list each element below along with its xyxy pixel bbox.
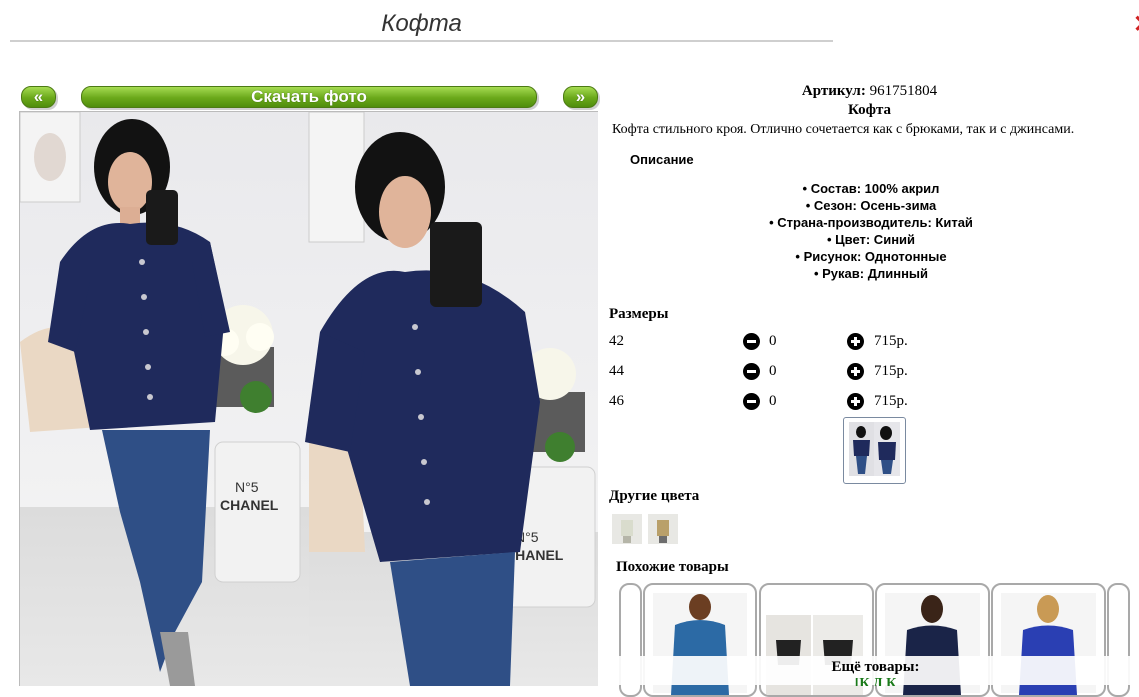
property-item: Цвет: Синий [597, 231, 1139, 248]
minus-icon[interactable] [743, 333, 760, 350]
property-list: Состав: 100% акрил Сезон: Осень-зима Стр… [597, 180, 1139, 282]
other-colors-title: Другие цвета [609, 488, 700, 504]
size-row: 46 0 715р. [609, 391, 929, 411]
product-photo: N°5 CHANEL N°5 CHANEL [19, 111, 598, 686]
similar-title: Похожие товары [616, 559, 729, 575]
size-row: 42 0 715р. [609, 331, 929, 351]
property-item: Состав: 100% акрил [597, 180, 1139, 197]
price-value: 715р. [874, 333, 908, 349]
sku-value: 961751804 [869, 83, 938, 99]
size-label: 46 [609, 393, 624, 409]
price-value: 715р. [874, 393, 908, 409]
minus-icon[interactable] [743, 363, 760, 380]
sku-line: Артикул: 961751804 [600, 82, 1139, 100]
photo-thumbnail[interactable] [843, 417, 906, 484]
price-value: 715р. [874, 363, 908, 379]
svg-text:CHANEL: CHANEL [220, 497, 279, 513]
color-swatch[interactable] [612, 514, 642, 544]
product-name: Кофта [847, 102, 892, 118]
plus-icon[interactable] [847, 363, 864, 380]
more-products-bar: Ещё товары: [К Д К [612, 656, 1139, 686]
more-products-title: Ещё товары: [831, 659, 920, 675]
property-item: Рукав: Длинный [597, 265, 1139, 282]
product-info: Артикул: 961751804 Кофта Кофта стильного… [600, 82, 1139, 295]
description-title: Описание [630, 152, 694, 167]
plus-icon[interactable] [847, 393, 864, 410]
property-item: Страна-производитель: Китай [597, 214, 1139, 231]
plus-icon[interactable] [847, 333, 864, 350]
close-icon[interactable]: ✕ [1133, 10, 1139, 40]
download-photo-button[interactable]: Скачать фото [81, 86, 537, 108]
product-description: Кофта стильного кроя. Отлично сочетается… [612, 122, 1075, 137]
prev-photo-button[interactable]: « [21, 86, 56, 108]
quantity-value: 0 [769, 333, 777, 349]
next-photo-button[interactable]: » [563, 86, 598, 108]
property-item: Рисунок: Однотонные [597, 248, 1139, 265]
size-label: 42 [609, 333, 624, 349]
minus-icon[interactable] [743, 393, 760, 410]
property-item: Сезон: Осень-зима [597, 197, 1139, 214]
size-row: 44 0 715р. [609, 361, 929, 381]
sizes-title: Размеры [609, 306, 669, 322]
svg-text:N°5: N°5 [235, 479, 259, 495]
quantity-value: 0 [769, 393, 777, 409]
size-label: 44 [609, 363, 624, 379]
page-title: Кофта [10, 8, 833, 42]
quantity-value: 0 [769, 363, 777, 379]
sku-label: Артикул: [801, 83, 866, 99]
color-swatch[interactable] [648, 514, 678, 544]
